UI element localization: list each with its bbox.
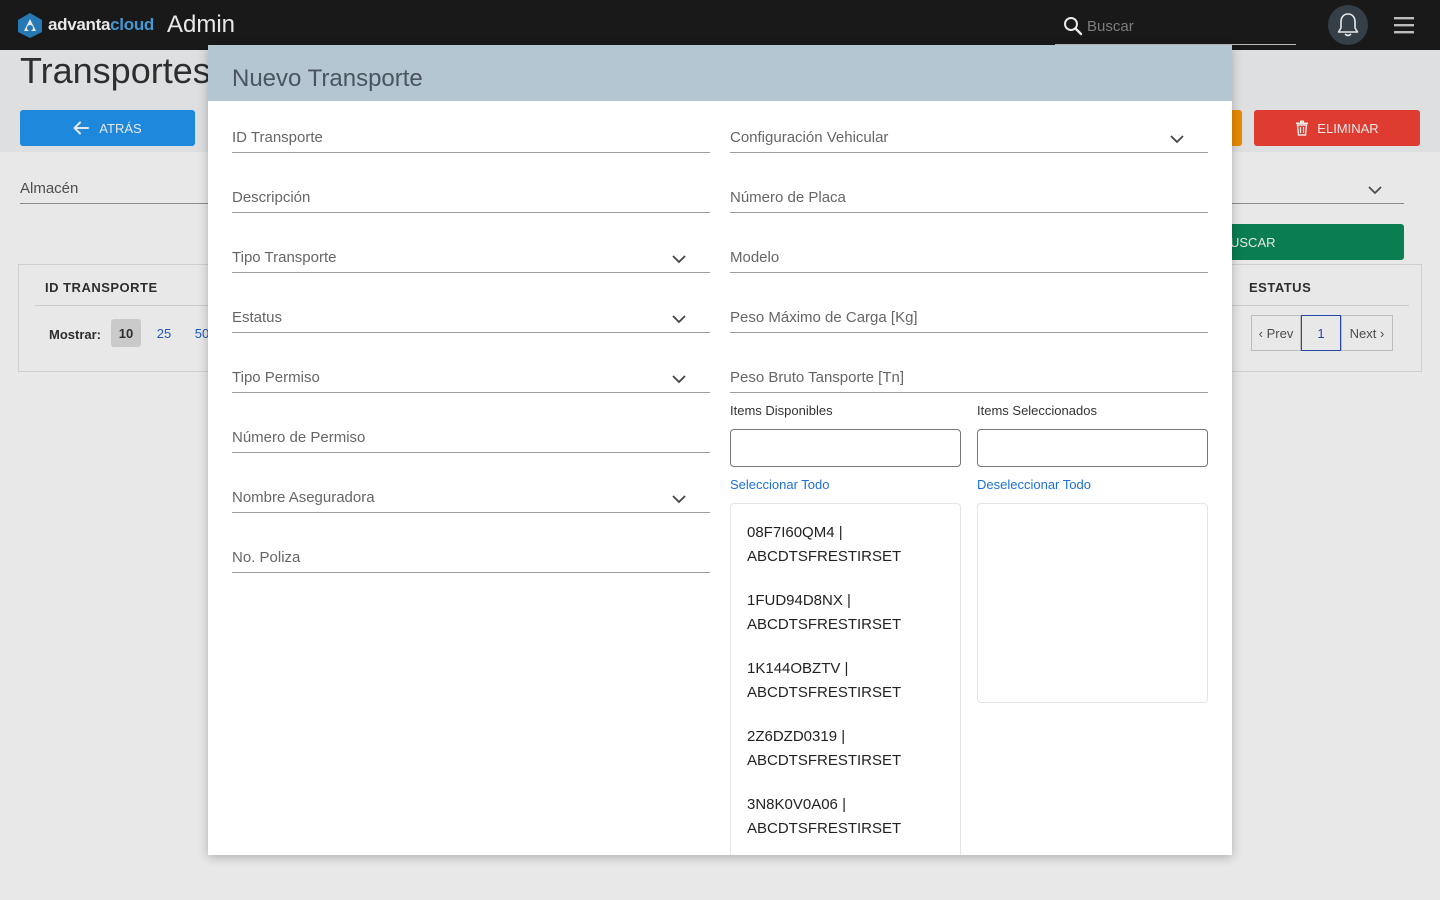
descripcion-field[interactable]: Descripción [232,181,710,213]
deselect-all-link[interactable]: Deseleccionar Todo [977,477,1091,492]
peso-bruto-transporte-field[interactable]: Peso Bruto Tansporte [Tn] [730,361,1208,393]
modal-title: Nuevo Transporte [232,65,423,92]
chevron-down-icon [672,255,686,264]
available-items-filter[interactable] [730,429,961,467]
tipo-permiso-select[interactable]: Tipo Permiso [232,361,710,393]
item-id: 2Z6DZD0319 | [747,728,846,745]
no-poliza-field[interactable]: No. Poliza [232,541,710,573]
chevron-down-icon [1170,135,1184,144]
field-label: Tipo Transporte [232,249,337,266]
field-label: Número de Permiso [232,429,366,446]
item-name: ABCDTSFRESTIRSET [747,752,902,769]
item-name: ABCDTSFRESTIRSET [747,616,902,633]
chevron-down-icon [672,315,686,324]
new-transport-modal: Nuevo Transporte ID Transporte Descripci… [208,45,1232,855]
field-label: ID Transporte [232,129,323,146]
item-name: ABCDTSFRESTIRSET [747,820,902,837]
field-label: Peso Máximo de Carga [Kg] [730,309,918,326]
numero-permiso-field[interactable]: Número de Permiso [232,421,710,453]
field-label: Número de Placa [730,189,846,206]
select-all-link[interactable]: Seleccionar Todo [730,477,830,492]
field-label: Configuración Vehicular [730,129,889,146]
field-label: Tipo Permiso [232,369,320,386]
item-id: 1FUD94D8NX | [747,592,851,609]
item-id: 3N8K0V0A06 | [747,796,846,813]
item-name: ABCDTSFRESTIRSET [747,684,902,701]
selected-items-list[interactable] [977,503,1208,703]
list-item[interactable]: 08F7I60QM4 | ABCDTSFRESTIRSET [747,521,947,569]
selected-items-filter[interactable] [977,429,1208,467]
list-item[interactable]: 1FUD94D8NX | ABCDTSFRESTIRSET [747,589,947,637]
peso-maximo-carga-field[interactable]: Peso Máximo de Carga [Kg] [730,301,1208,333]
item-name: ABCDTSFRESTIRSET [747,548,902,565]
modal-header: Nuevo Transporte [208,45,1232,101]
configuracion-vehicular-select[interactable]: Configuración Vehicular [730,121,1208,153]
list-item[interactable]: 3N8K0V0A06 | ABCDTSFRESTIRSET [747,793,947,841]
item-id: 08F7I60QM4 | [747,524,843,541]
field-label: Estatus [232,309,283,326]
numero-placa-field[interactable]: Número de Placa [730,181,1208,213]
selected-items-label: Items Seleccionados [977,403,1097,418]
modelo-field[interactable]: Modelo [730,241,1208,273]
field-label: Nombre Aseguradora [232,489,375,506]
list-item[interactable]: 1K144OBZTV | ABCDTSFRESTIRSET [747,657,947,705]
id-transporte-field[interactable]: ID Transporte [232,121,710,153]
item-id: 1K144OBZTV | [747,660,849,677]
chevron-down-icon [672,375,686,384]
estatus-select[interactable]: Estatus [232,301,710,333]
list-item[interactable]: 2Z6DZD0319 | ABCDTSFRESTIRSET [747,725,947,773]
chevron-down-icon [672,495,686,504]
available-items-label: Items Disponibles [730,403,833,418]
field-label: No. Poliza [232,549,301,566]
tipo-transporte-select[interactable]: Tipo Transporte [232,241,710,273]
available-items-list[interactable]: 08F7I60QM4 | ABCDTSFRESTIRSET 1FUD94D8NX… [730,503,961,855]
field-label: Modelo [730,249,780,266]
field-label: Descripción [232,189,311,206]
nombre-aseguradora-select[interactable]: Nombre Aseguradora [232,481,710,513]
field-label: Peso Bruto Tansporte [Tn] [730,369,904,386]
